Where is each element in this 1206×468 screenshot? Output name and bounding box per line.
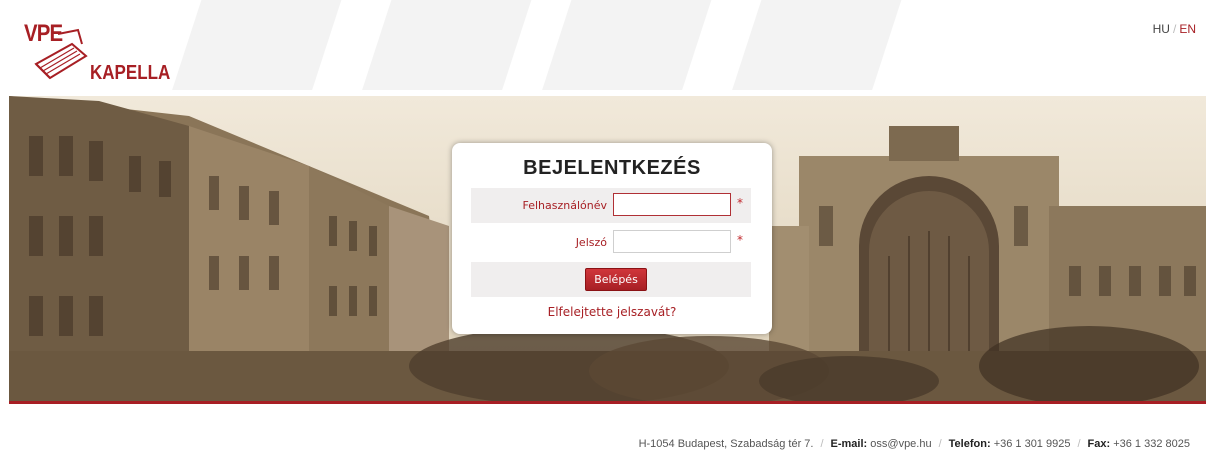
header: VPE KAPELLA HU / EN: [0, 0, 1206, 96]
password-row: Jelszó *: [471, 225, 751, 260]
username-label: Felhasználónév: [522, 199, 607, 212]
login-title: BEJELENTKEZÉS: [523, 157, 701, 179]
footer-separator: /: [820, 438, 824, 450]
footer-email[interactable]: oss@vpe.hu: [870, 438, 931, 450]
login-button[interactable]: Belépés: [585, 268, 647, 291]
footer-email-label: E-mail:: [830, 438, 868, 450]
username-row: Felhasználónév *: [471, 188, 751, 223]
lang-separator: /: [1172, 22, 1177, 36]
decor-stripe: [362, 0, 538, 90]
forgot-password-link[interactable]: Elfelejtette jelszavát?: [452, 305, 772, 319]
username-required-mark: *: [737, 196, 743, 210]
book-icon: [34, 28, 88, 80]
footer-phone: +36 1 301 9925: [993, 438, 1071, 450]
footer-contact: H-1054 Budapest, Szabadság tér 7. / E-mail…: [0, 438, 1190, 450]
lang-hu-link[interactable]: HU: [1153, 22, 1170, 36]
decor-stripe: [732, 0, 908, 90]
language-switcher: HU / EN: [1153, 22, 1196, 36]
footer-phone-label: Telefon:: [948, 438, 991, 450]
footer-separator: /: [938, 438, 942, 450]
username-input[interactable]: [613, 193, 731, 216]
password-label: Jelszó: [575, 236, 607, 249]
footer-fax-label: Fax:: [1087, 438, 1111, 450]
footer-fax: +36 1 332 8025: [1113, 438, 1190, 450]
decor-stripe: [172, 0, 348, 90]
submit-row: Belépés: [471, 262, 751, 297]
login-card: BEJELENTKEZÉS Felhasználónév * Jelszó * …: [452, 143, 772, 334]
logo-kapella-text: KAPELLA: [90, 62, 171, 84]
vpe-kapella-logo[interactable]: VPE KAPELLA: [18, 20, 178, 90]
lang-en-link[interactable]: EN: [1179, 22, 1196, 36]
footer-address: H-1054 Budapest, Szabadság tér 7.: [638, 438, 814, 450]
password-required-mark: *: [737, 233, 743, 247]
decor-stripe: [542, 0, 718, 90]
password-input[interactable]: [613, 230, 731, 253]
footer-separator: /: [1077, 438, 1081, 450]
hero-bottom-border: [9, 401, 1206, 404]
